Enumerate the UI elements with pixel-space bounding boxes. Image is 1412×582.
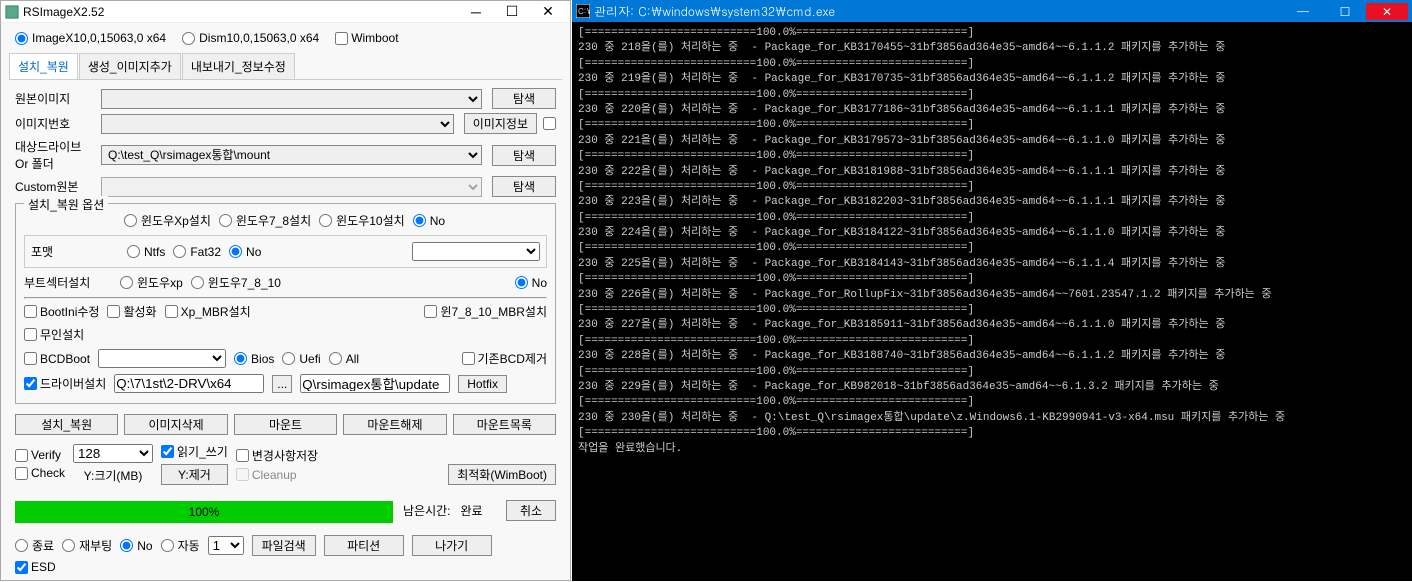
- format-drive-select[interactable]: [412, 242, 540, 261]
- cmd-output: [==========================100.0%=======…: [572, 22, 1412, 461]
- cmd-icon: C:\: [576, 4, 590, 18]
- update-path-input[interactable]: [300, 374, 450, 393]
- titlebar: RSImageX2.52 ─ ☐ ✕: [1, 1, 570, 23]
- close-button[interactable]: ✕: [530, 3, 566, 20]
- svg-text:C:\: C:\: [578, 6, 590, 17]
- maximize-button[interactable]: ☐: [494, 3, 530, 20]
- elapsed-label: 남은시간:: [403, 502, 451, 519]
- ydel-button[interactable]: Y:제거: [161, 464, 228, 485]
- top-options: ImageX10,0,15063,0 x64 Dism10,0,15063,0 …: [1, 23, 570, 53]
- app-icon: [5, 5, 19, 19]
- group-legend: 설치_복원 옵션: [24, 196, 108, 213]
- tabs: 설치_복원 생성_이미지추가 내보내기_정보수정: [9, 53, 562, 80]
- win78mbr-check[interactable]: 윈7_8_10_MBR설치: [424, 303, 547, 320]
- cmd-maximize-button[interactable]: ☐: [1324, 3, 1366, 20]
- browse-custom-button[interactable]: 탐색: [492, 176, 556, 197]
- optimize-button[interactable]: 최적화(WimBoot): [448, 464, 556, 485]
- os-10-radio[interactable]: 윈도우10설치: [319, 212, 405, 229]
- custom-label: Custom원본: [15, 178, 101, 195]
- format-ntfs-radio[interactable]: Ntfs: [127, 245, 165, 259]
- imginfo-check[interactable]: [543, 117, 556, 130]
- action-buttons: 설치_복원 이미지삭제 마운트 마운트해제 마운트목록: [15, 414, 556, 435]
- size-label: Y:크기(MB): [84, 467, 143, 484]
- shutdown-auto-radio[interactable]: 자동: [161, 537, 200, 554]
- custom-select[interactable]: [101, 177, 482, 197]
- mountlist-button[interactable]: 마운트목록: [453, 414, 556, 435]
- delbcd-check[interactable]: 기존BCD제거: [462, 350, 548, 367]
- target-select[interactable]: Q:\test_Q\rsimagex통합\mount: [101, 145, 482, 165]
- tab-create[interactable]: 생성_이미지추가: [79, 53, 181, 79]
- wimboot-check[interactable]: Wimboot: [335, 31, 398, 45]
- bcd-all-radio[interactable]: All: [329, 352, 359, 366]
- os-78-radio[interactable]: 윈도우7_8설치: [219, 212, 311, 229]
- cleanup-check[interactable]: Cleanup: [236, 468, 318, 482]
- browse-source-button[interactable]: 탐색: [492, 88, 556, 109]
- driver-check[interactable]: 드라이버설치: [24, 375, 106, 392]
- minimize-button[interactable]: ─: [458, 4, 494, 20]
- source-label: 원본이미지: [15, 90, 101, 107]
- exit-button[interactable]: 나가기: [412, 535, 492, 556]
- driver-path-input[interactable]: [114, 374, 264, 393]
- xpmbr-check[interactable]: Xp_MBR설치: [165, 303, 251, 320]
- cmd-title: 관리자: C:\windows\system32\cmd.exe: [594, 3, 1282, 20]
- esd-check[interactable]: ESD: [15, 560, 556, 574]
- format-label: 포맷: [31, 243, 119, 260]
- shutdown-no-radio[interactable]: No: [120, 539, 152, 553]
- rw-check[interactable]: 읽기_쓰기: [161, 443, 228, 460]
- cmd-minimize-button[interactable]: ─: [1282, 3, 1324, 20]
- shutdown-val-select[interactable]: 1: [208, 536, 244, 555]
- filesearch-button[interactable]: 파일검색: [252, 535, 316, 556]
- imgno-label: 이미지번호: [15, 115, 101, 132]
- format-no-radio[interactable]: No: [229, 245, 261, 259]
- bcdboot-drive-select[interactable]: [98, 349, 226, 368]
- install-options-group: 설치_복원 옵션 윈도우Xp설치 윈도우7_8설치 윈도우10설치 No 포맷 …: [15, 203, 556, 404]
- bootsector-label: 부트섹터설치: [24, 274, 112, 291]
- unmount-button[interactable]: 마운트해제: [343, 414, 446, 435]
- bcd-bios-radio[interactable]: Bios: [234, 352, 274, 366]
- imginfo-button[interactable]: 이미지정보: [464, 113, 537, 134]
- browse-target-button[interactable]: 탐색: [492, 145, 556, 166]
- boot-78-radio[interactable]: 윈도우7_8_10: [191, 274, 281, 291]
- shutdown-reboot-radio[interactable]: 재부팅: [62, 537, 112, 554]
- savechg-check[interactable]: 변경사항저장: [236, 447, 318, 464]
- bcd-uefi-radio[interactable]: Uefi: [282, 352, 320, 366]
- verify-check[interactable]: Verify: [15, 448, 65, 462]
- cmd-titlebar: C:\ 관리자: C:\windows\system32\cmd.exe ─ ☐…: [572, 0, 1412, 22]
- boot-xp-radio[interactable]: 윈도우xp: [120, 274, 183, 291]
- tab-export[interactable]: 내보내기_정보수정: [182, 53, 295, 79]
- bcdboot-check[interactable]: BCDBoot: [24, 352, 90, 366]
- source-select[interactable]: [101, 89, 482, 109]
- tab-install[interactable]: 설치_복원: [9, 53, 78, 79]
- mount-button[interactable]: 마운트: [234, 414, 337, 435]
- bootini-check[interactable]: BootIni수정: [24, 303, 99, 320]
- window-title: RSImageX2.52: [23, 5, 458, 19]
- panel: 원본이미지 탐색 이미지번호 이미지정보 대상드라이브 Or 폴더 Q:\tes…: [1, 80, 570, 582]
- noman-check[interactable]: 무인설치: [24, 326, 84, 343]
- delimg-button[interactable]: 이미지삭제: [124, 414, 227, 435]
- cmd-close-button[interactable]: ✕: [1366, 3, 1408, 20]
- cmd-window: C:\ 관리자: C:\windows\system32\cmd.exe ─ ☐…: [572, 0, 1412, 581]
- dism-radio[interactable]: Dism10,0,15063,0 x64: [182, 31, 319, 45]
- partition-button[interactable]: 파티션: [324, 535, 404, 556]
- rsimgx-window: RSImageX2.52 ─ ☐ ✕ ImageX10,0,15063,0 x6…: [0, 0, 571, 581]
- activate-check[interactable]: 활성화: [107, 303, 156, 320]
- hotfix-button[interactable]: Hotfix: [458, 375, 507, 393]
- target-label: 대상드라이브 Or 폴더: [15, 138, 101, 172]
- imagex-radio[interactable]: ImageX10,0,15063,0 x64: [15, 31, 166, 45]
- cancel-button[interactable]: 취소: [506, 500, 556, 521]
- boot-no-radio[interactable]: No: [515, 276, 547, 290]
- elapsed-value: 완료: [461, 502, 483, 519]
- size-select[interactable]: 128: [73, 444, 153, 463]
- check-check[interactable]: Check: [15, 466, 65, 480]
- format-fat32-radio[interactable]: Fat32: [173, 245, 221, 259]
- shutdown-off-radio[interactable]: 종료: [15, 537, 54, 554]
- install-button[interactable]: 설치_복원: [15, 414, 118, 435]
- os-xp-radio[interactable]: 윈도우Xp설치: [124, 212, 211, 229]
- os-no-radio[interactable]: No: [413, 214, 445, 228]
- imgno-select[interactable]: [101, 114, 454, 134]
- progress-bar: 100%: [15, 501, 393, 523]
- driver-browse-button[interactable]: ...: [272, 375, 292, 393]
